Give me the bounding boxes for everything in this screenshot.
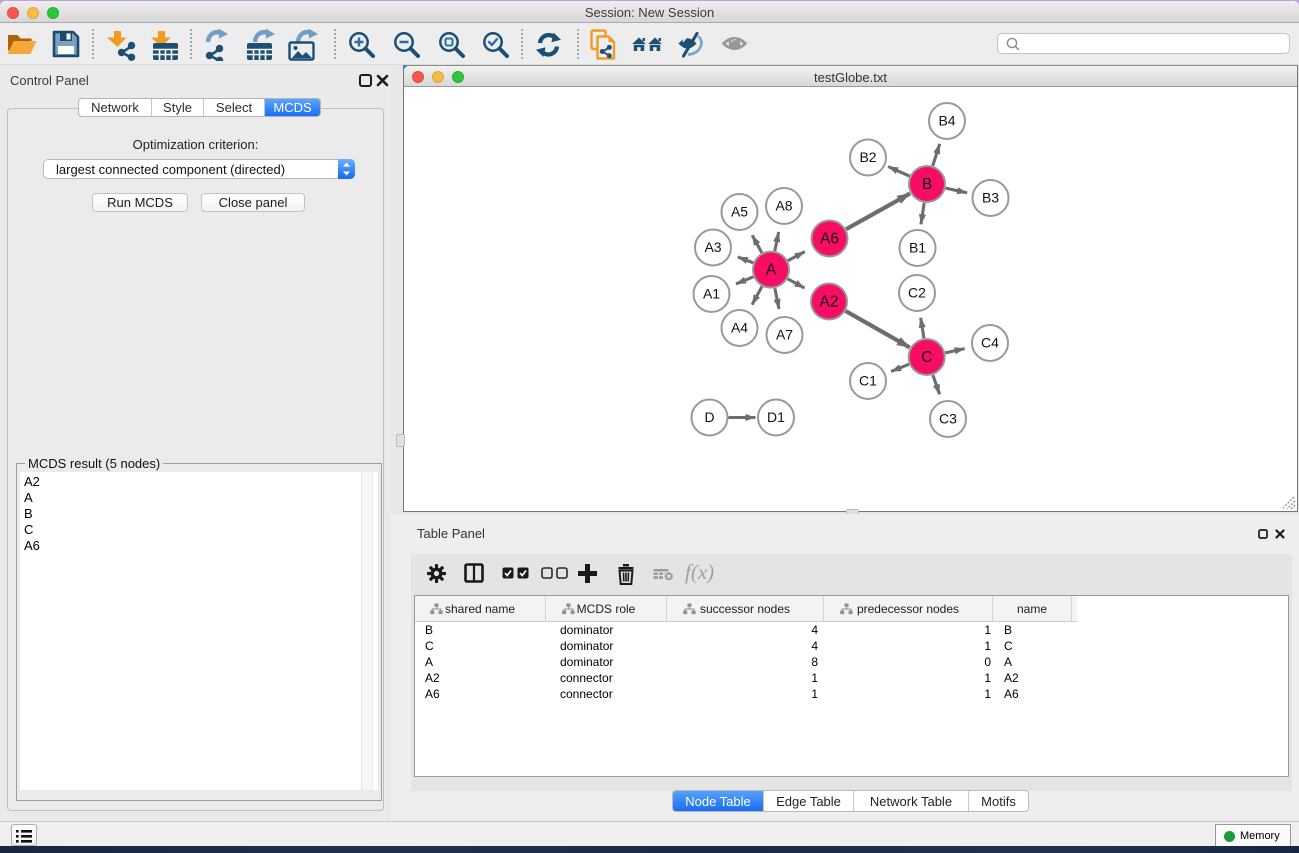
svg-text:A7: A7 (776, 327, 793, 343)
svg-text:C: C (921, 349, 932, 366)
svg-text:B4: B4 (938, 113, 955, 129)
svg-text:D1: D1 (767, 409, 785, 425)
svg-text:A5: A5 (731, 204, 748, 220)
svg-text:A2: A2 (820, 294, 839, 311)
svg-text:B2: B2 (859, 149, 876, 165)
svg-text:A: A (766, 262, 777, 279)
svg-text:A4: A4 (731, 320, 748, 336)
svg-text:C3: C3 (939, 411, 957, 427)
svg-text:C2: C2 (908, 285, 926, 301)
svg-text:C1: C1 (859, 373, 877, 389)
svg-text:A8: A8 (775, 198, 792, 214)
svg-text:A1: A1 (703, 286, 720, 302)
svg-text:C4: C4 (981, 335, 999, 351)
svg-text:A3: A3 (704, 239, 721, 255)
svg-text:D: D (704, 409, 714, 425)
svg-text:A6: A6 (820, 231, 839, 248)
svg-text:B: B (922, 176, 932, 193)
svg-text:B3: B3 (982, 190, 999, 206)
svg-text:B1: B1 (909, 240, 926, 256)
